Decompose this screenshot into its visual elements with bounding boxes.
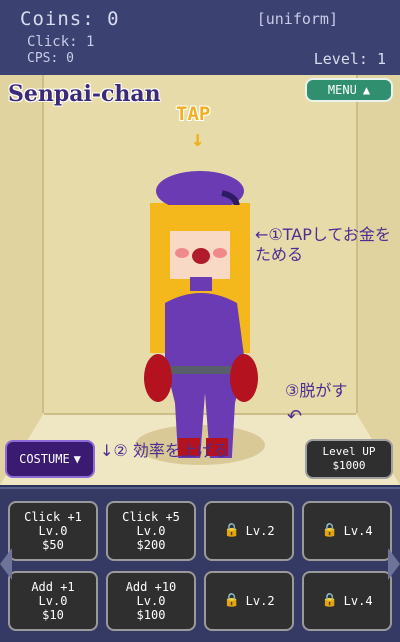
menu-label: MENU [327,83,357,97]
belt [168,366,234,374]
curved-arrow-icon: ↶ [287,406,303,427]
coins-counter: Coins: 0 [20,8,120,30]
outfit-label: [uniform] [256,10,338,28]
mouth [192,248,210,264]
tip-upgrade-efficiency: ↓② 効率を上げる [100,441,229,460]
level-up-cost: $1000 [332,459,366,472]
lock-icon: 🔒 [321,593,338,608]
upgrade-cost: $200 [136,538,166,552]
blush-left [175,248,189,258]
coins-per-second: CPS: 0 [27,51,74,66]
triangle-down-icon: ▼ [73,452,81,466]
locked-upgrade-slot[interactable]: 🔒 Lv.2 [204,501,294,561]
page-right-icon[interactable] [388,548,400,580]
upgrade-name: Click +1 [24,510,82,524]
hair-bangs [160,205,240,231]
level-indicator: Level: 1 [313,50,386,68]
upgrade-click-5[interactable]: Click +5 Lv.0 $200 [106,501,196,561]
tap-hint: TAP [176,103,211,125]
upgrade-cost: $50 [42,538,64,552]
blush-right [213,248,227,258]
level-up-label: Level UP [322,445,376,458]
upgrade-name: Add +10 [125,580,177,594]
upgrade-level: Lv.0 [38,524,68,538]
costume-button[interactable]: COSTUME ▼ [5,440,95,478]
upgrade-name: Click +5 [122,510,180,524]
upgrade-level: Lv.0 [136,594,166,608]
menu-button[interactable]: MENU ▲ [305,78,393,102]
upgrade-click-1[interactable]: Click +1 Lv.0 $50 [8,501,98,561]
status-bar: Coins: 0 [uniform] Click: 1 CPS: 0 Level… [0,0,400,75]
tip-undress-text: ③脱がす [285,381,348,400]
lock-icon: 🔒 [223,593,240,608]
click-power: Click: 1 [27,34,95,50]
unlock-level: Lv.2 [245,524,275,538]
upgrade-cost: $100 [136,608,166,622]
level-up-button[interactable]: Level UP $1000 [305,439,393,479]
locked-upgrade-slot[interactable]: 🔒 Lv.2 [204,571,294,631]
costume-label: COSTUME [19,452,70,466]
game-room[interactable]: Senpai-chan MENU ▲ TAP ↓ ←①TAPしてお金をためる ↓… [0,75,400,485]
locked-upgrade-slot[interactable]: 🔒 Lv.4 [302,501,392,561]
arrow-down-icon: ↓ [191,127,205,152]
upgrade-add-1[interactable]: Add +1 Lv.0 $10 [8,571,98,631]
page-left-icon[interactable] [0,548,12,580]
tip-tap-for-money: ←①TAPしてお金をためる [255,225,391,264]
upgrade-level: Lv.0 [38,594,68,608]
triangle-up-icon: ▲ [362,83,371,97]
upgrade-panel: Click +1 Lv.0 $50 Click +5 Lv.0 $200 🔒 L… [0,487,400,642]
unlock-level: Lv.2 [245,594,275,608]
game-title: Senpai-chan [8,81,161,107]
senpai-character[interactable] [130,153,270,458]
left-wall [0,75,44,415]
upgrade-name: Add +1 [31,580,75,594]
glove-left [144,354,172,402]
unlock-level: Lv.4 [343,594,373,608]
locked-upgrade-slot[interactable]: 🔒 Lv.4 [302,571,392,631]
unlock-level: Lv.4 [343,524,373,538]
lock-icon: 🔒 [223,523,240,538]
collar [190,277,212,291]
tip-undress: ③脱がす ↶ [285,381,400,427]
upgrade-add-10[interactable]: Add +10 Lv.0 $100 [106,571,196,631]
upgrade-level: Lv.0 [136,524,166,538]
upgrade-cost: $10 [42,608,64,622]
glove-right [230,354,258,402]
lock-icon: 🔒 [321,523,338,538]
